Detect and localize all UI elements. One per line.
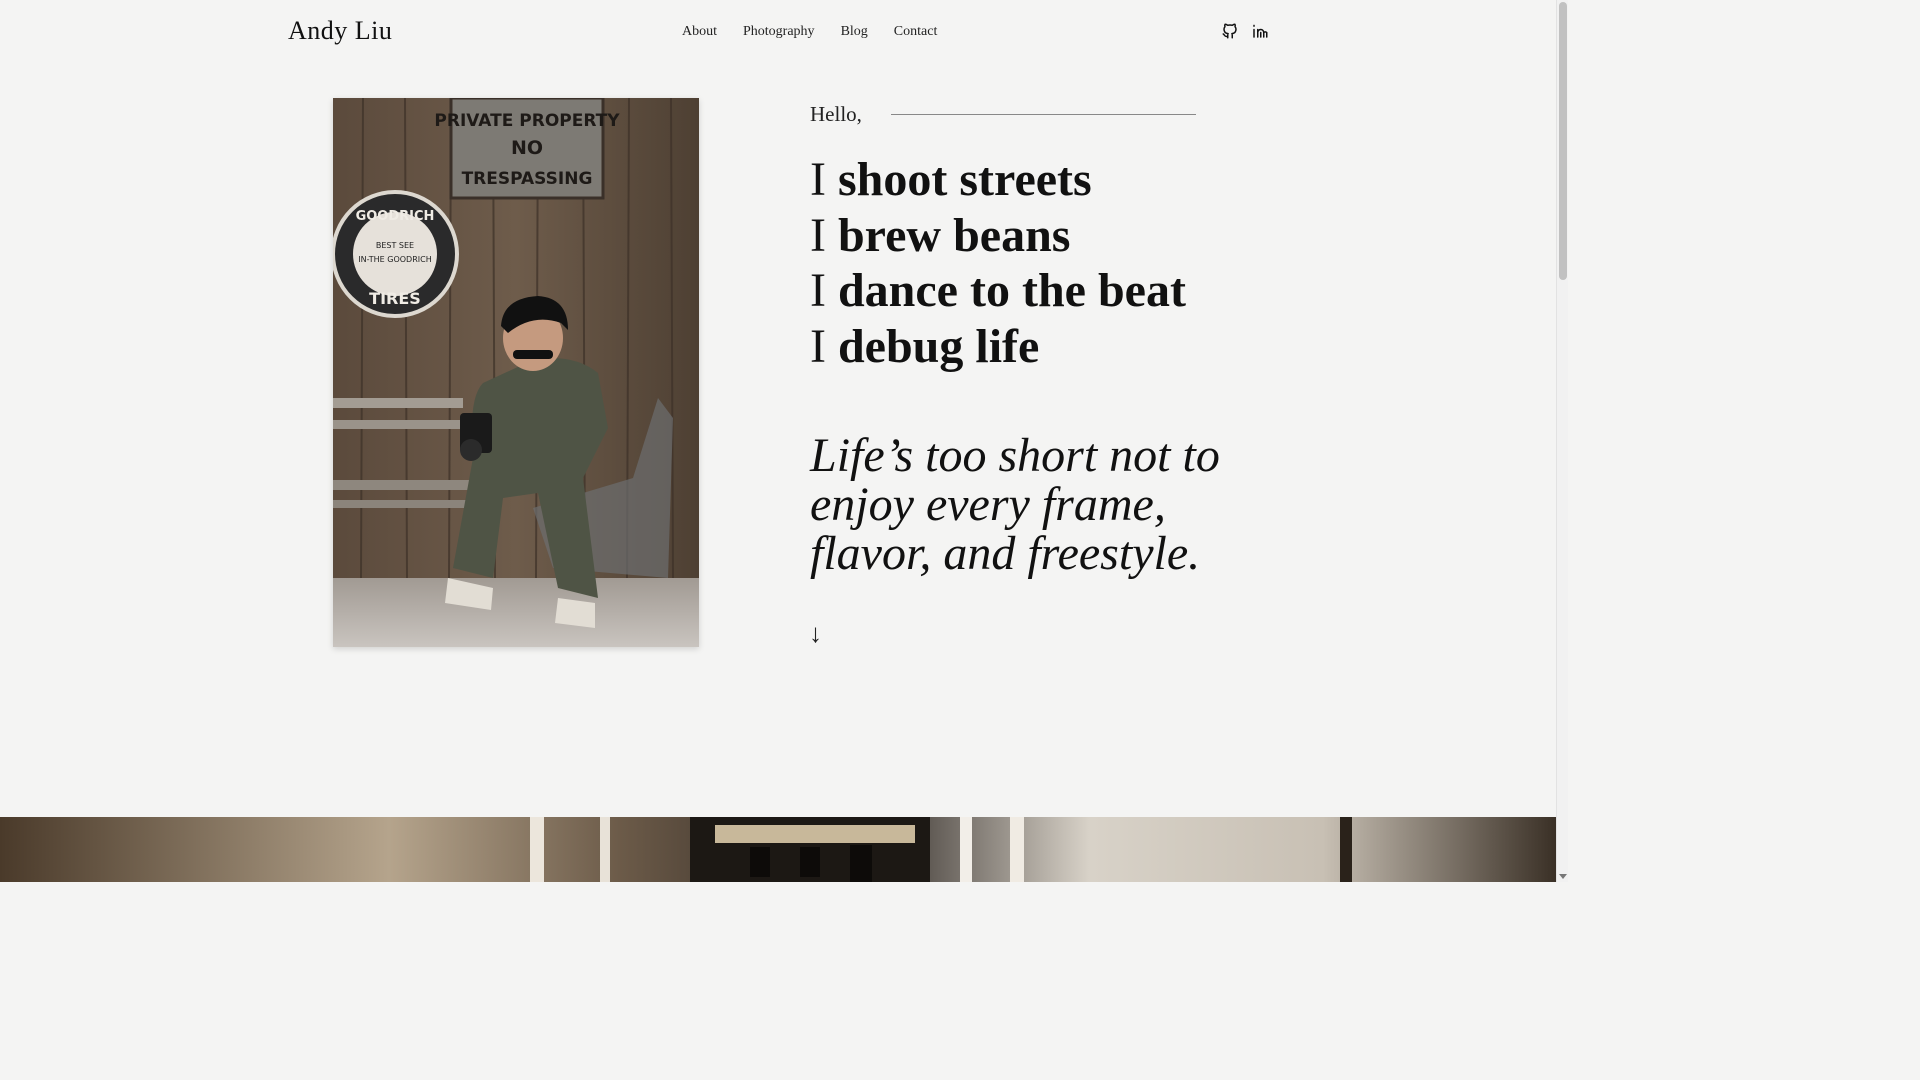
github-icon[interactable] xyxy=(1221,22,1239,40)
nav-about[interactable]: About xyxy=(682,24,717,40)
svg-text:BEST SEE: BEST SEE xyxy=(376,241,414,250)
nav-contact[interactable]: Contact xyxy=(894,24,938,40)
portrait-photo: PRIVATE PROPERTY NO TRESPASSING GOODRICH… xyxy=(333,98,699,647)
greeting-divider xyxy=(891,114,1196,115)
svg-text:IN-THE GOODRICH: IN-THE GOODRICH xyxy=(358,255,431,264)
tagline-prefix: I xyxy=(810,264,826,317)
page: Andy Liu About Photography Blog Contact xyxy=(0,0,1556,882)
linkedin-icon[interactable] xyxy=(1251,22,1269,40)
hero-quote: Life’s too short not to enjoy every fram… xyxy=(810,429,1220,580)
page-scrollbar[interactable] xyxy=(1556,0,1568,882)
scroll-down-arrow-icon[interactable]: ↓ xyxy=(809,619,822,649)
tagline-prefix: I xyxy=(810,208,826,262)
tagline-item: I dance to the beat xyxy=(810,263,1186,319)
svg-text:TIRES: TIRES xyxy=(369,289,421,308)
tagline-prefix: I xyxy=(810,319,826,373)
svg-text:GOODRICH: GOODRICH xyxy=(356,209,435,224)
tagline-text: debug life xyxy=(837,319,1040,373)
scroll-down-button-icon[interactable] xyxy=(1559,874,1567,879)
svg-text:PRIVATE PROPERTY: PRIVATE PROPERTY xyxy=(434,111,620,131)
tagline-prefix: I xyxy=(810,153,826,206)
svg-text:NO: NO xyxy=(511,137,543,159)
main-nav: About Photography Blog Contact xyxy=(682,24,937,40)
tagline-item: I brew beans xyxy=(810,208,1186,264)
greeting-row: Hello, xyxy=(810,102,1196,128)
nav-blog[interactable]: Blog xyxy=(841,24,868,40)
scrollbar-thumb[interactable] xyxy=(1559,2,1567,280)
tagline-item: I debug life xyxy=(810,319,1186,375)
tagline-text: dance to the beat xyxy=(837,264,1186,317)
gallery-preview-banner xyxy=(0,817,1556,882)
svg-text:TRESPASSING: TRESPASSING xyxy=(462,169,593,189)
tagline-text: brew beans xyxy=(837,208,1071,262)
tagline-text: shoot streets xyxy=(837,153,1092,206)
social-links xyxy=(1221,22,1269,40)
site-brand[interactable]: Andy Liu xyxy=(288,16,392,46)
tagline-item: I shoot streets xyxy=(810,152,1186,208)
nav-photography[interactable]: Photography xyxy=(743,24,815,40)
tagline-list: I shoot streets I brew beans I dance to … xyxy=(810,152,1186,374)
